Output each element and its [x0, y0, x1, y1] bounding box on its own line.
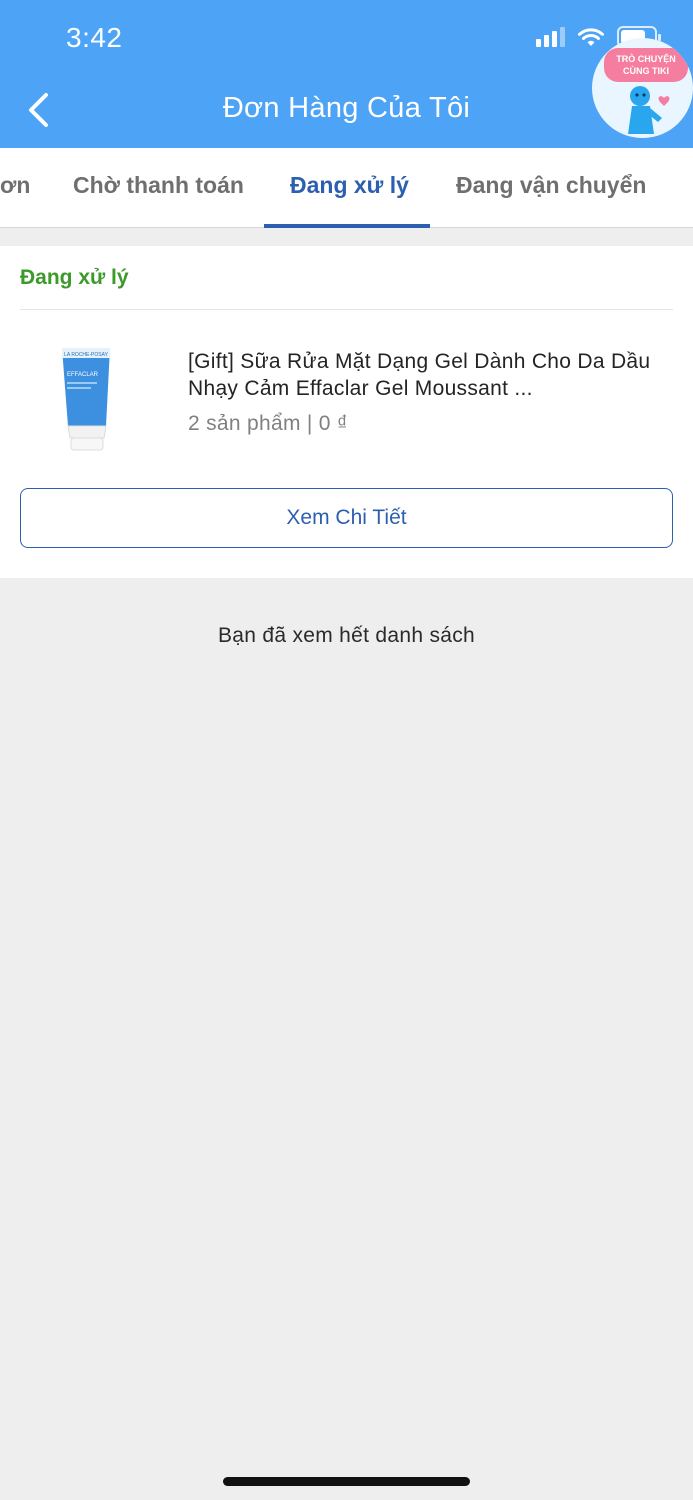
- status-time: 3:42: [66, 22, 123, 53]
- chat-with-tiki-button[interactable]: TRÒ CHUYỆN CÙNG TIKI: [592, 38, 693, 138]
- app-header: 3:42 Đơn Hàng Của Tôi TRÒ CHUYỆN CÙNG TI…: [0, 0, 693, 148]
- tab-shipping[interactable]: Đang vận chuyển: [456, 172, 646, 199]
- divider: [20, 309, 673, 310]
- tab-processing[interactable]: Đang xử lý: [290, 172, 409, 199]
- page-title: Đơn Hàng Của Tôi: [222, 92, 471, 124]
- tab-awaiting-payment[interactable]: Chờ thanh toán: [73, 172, 244, 199]
- list-end-text: Bạn đã xem hết danh sách: [217, 624, 476, 647]
- home-indicator: [223, 1477, 470, 1486]
- order-card: Đang xử lý LA ROCHE-POSAY EFFACLAR [Gift…: [0, 246, 693, 578]
- thumb-brand: LA ROCHE-POSAY: [64, 352, 108, 358]
- order-status: Đang xử lý: [20, 266, 129, 289]
- product-name: [Gift] Sữa Rửa Mặt Dạng Gel Dành Cho Da …: [188, 350, 651, 400]
- product-meta: 2 sản phẩm | 0 ₫: [188, 412, 348, 435]
- view-detail-button[interactable]: Xem Chi Tiết: [20, 488, 673, 548]
- active-tab-indicator: [264, 224, 430, 228]
- order-tabs: ơn Chờ thanh toán Đang xử lý Đang vận ch…: [0, 148, 693, 228]
- product-thumbnail: LA ROCHE-POSAY EFFACLAR: [62, 348, 110, 451]
- signal-icon: [536, 27, 565, 47]
- thumb-product: EFFACLAR: [67, 372, 99, 378]
- page: 3:42 Đơn Hàng Của Tôi TRÒ CHUYỆN CÙNG TI…: [0, 0, 693, 1500]
- tab-all[interactable]: ơn: [0, 172, 30, 199]
- tiki-mascot-icon: [628, 86, 670, 134]
